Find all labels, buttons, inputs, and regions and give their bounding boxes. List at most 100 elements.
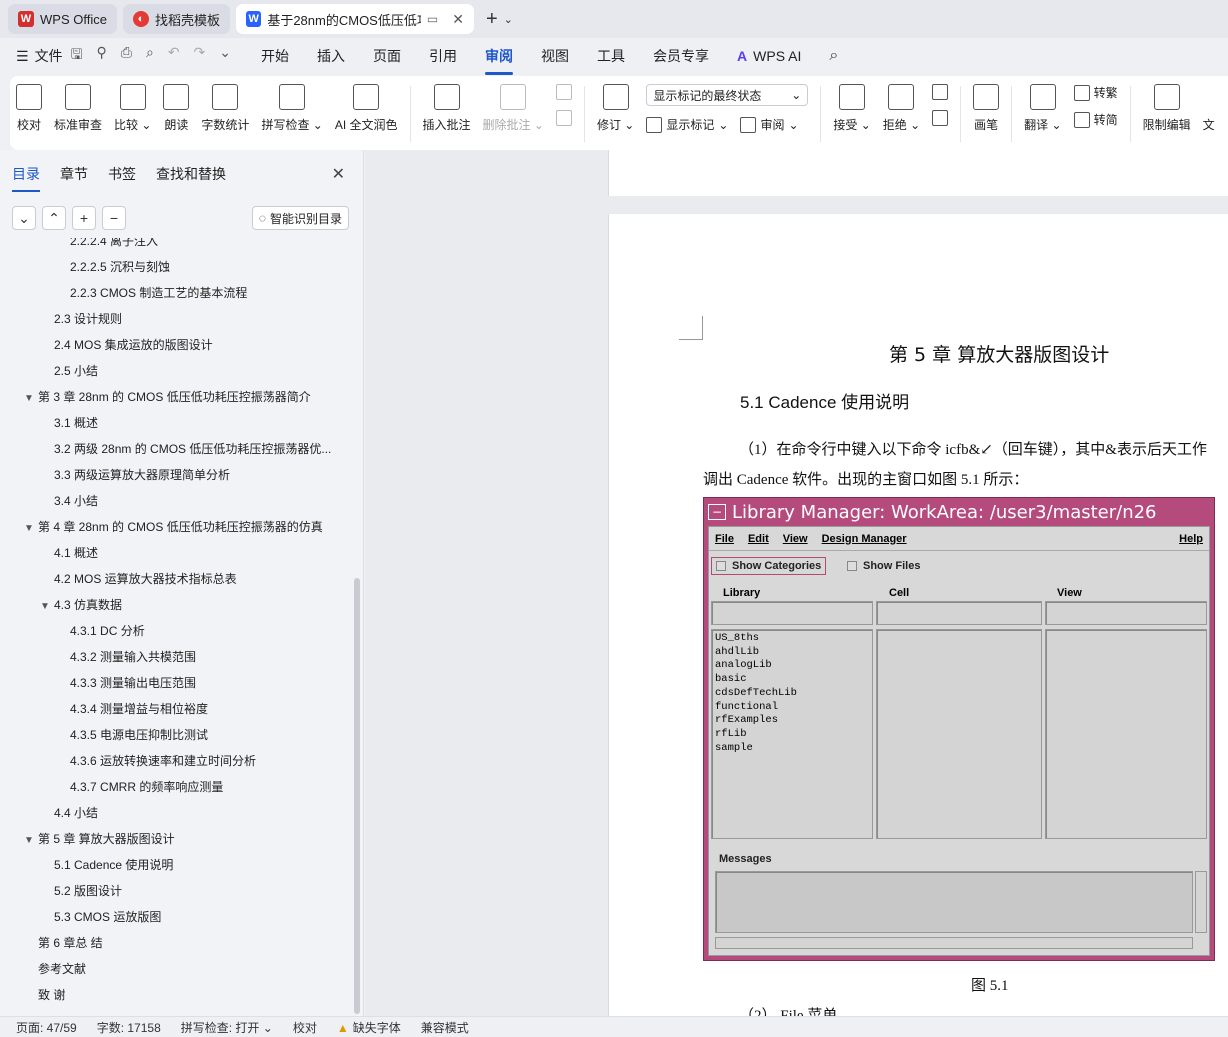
compare-button[interactable]: 比较 ⌄ [108, 84, 157, 133]
missing-font-status[interactable]: ▲ 缺失字体 [337, 1019, 421, 1036]
menu-member[interactable]: 会员专享 [639, 46, 723, 66]
to-traditional-button[interactable]: 转繁 [1073, 84, 1118, 101]
to-simplified-button[interactable]: 转简 [1073, 111, 1118, 128]
toc-item[interactable]: ▼ 第 4 章 28nm 的 CMOS 低压低功耗压控振荡器的仿真 [0, 514, 340, 540]
menu-insert[interactable]: 插入 [303, 46, 359, 66]
toc-item[interactable]: 4.3.1 DC 分析 [0, 618, 340, 644]
toc-item[interactable]: ▼ 第 5 章 算放大器版图设计 [0, 826, 340, 852]
chevron-up-icon[interactable]: ⌃ [42, 206, 66, 230]
prev-comment-button[interactable] [555, 84, 572, 100]
collapse-icon[interactable]: − [102, 206, 126, 230]
markup-mode-select[interactable]: 显示标记的最终状态 ⌄ [646, 84, 809, 106]
toc-item[interactable]: 4.4 小结 [0, 800, 340, 826]
restrict-edit-button[interactable]: 限制编辑 [1137, 84, 1197, 133]
next-comment-button[interactable] [555, 110, 572, 126]
tab-template[interactable]: ◐ 找稻壳模板 [122, 4, 230, 34]
toc-item[interactable]: 2.3 设计规则 [0, 306, 340, 332]
next-change-button[interactable] [932, 110, 949, 126]
toc-item[interactable]: 4.1 概述 [0, 540, 340, 566]
menu-wps-ai[interactable]: A WPS AI [723, 48, 815, 64]
spell-check-status[interactable]: 拼写检查: 打开 ⌄ [181, 1019, 293, 1036]
toc-item[interactable]: 3.4 小结 [0, 488, 340, 514]
toc-item[interactable]: 5.3 CMOS 运放版图 [0, 904, 340, 930]
pen-button[interactable]: 画笔 [967, 84, 1005, 133]
toc-item[interactable]: 2.2.2.5 沉积与刻蚀 [0, 254, 340, 280]
toc-item[interactable]: 第 6 章总 结 [0, 930, 340, 956]
print-preview-icon[interactable]: ⌕ [146, 44, 154, 68]
file-menu[interactable]: ☰ 文件 [16, 46, 63, 66]
tab-bookmarks[interactable]: 书签 [108, 164, 136, 184]
toc-item[interactable]: 致 谢 [0, 982, 340, 1008]
document-area[interactable]: 第 5 章 算放大器版图设计 5.1 Cadence 使用说明 （1）在命令行中… [365, 150, 1228, 1016]
tab-chapters[interactable]: 章节 [60, 164, 88, 184]
monitor-icon[interactable]: ▭ [427, 12, 438, 26]
chevron-down-icon[interactable]: ⌄ [219, 44, 231, 68]
menu-tools[interactable]: 工具 [583, 46, 639, 66]
toc-item[interactable]: 4.3.5 电源电压抑制比测试 [0, 722, 340, 748]
expand-icon[interactable]: + [72, 206, 96, 230]
toc-item[interactable]: 4.2 MOS 运算放大器技术指标总表 [0, 566, 340, 592]
current-page[interactable]: 第 5 章 算放大器版图设计 5.1 Cadence 使用说明 （1）在命令行中… [608, 214, 1228, 1016]
toc-item[interactable]: 4.3.4 测量增益与相位裕度 [0, 696, 340, 722]
toc-item[interactable]: 2.5 小结 [0, 358, 340, 384]
menu-page[interactable]: 页面 [359, 46, 415, 66]
toc-item[interactable]: 2.2.2.4 离子注入 [0, 238, 340, 254]
std-review-button[interactable]: 标准审查 [48, 84, 108, 133]
spell-check-button[interactable]: 拼写检查 ⌄ [255, 84, 328, 133]
menu-view[interactable]: 视图 [527, 46, 583, 66]
chevron-down-icon[interactable]: ⌄ [12, 206, 36, 230]
toc-item[interactable]: ▼ 第 3 章 28nm 的 CMOS 低压低功耗压控振荡器简介 [0, 384, 340, 410]
close-icon[interactable]: ✕ [332, 164, 345, 184]
display-markup-button[interactable]: 显示标记 [666, 116, 714, 133]
new-tab-icon[interactable]: + [486, 8, 498, 31]
toc-item[interactable]: 3.2 两级 28nm 的 CMOS 低压低功耗压控振荡器优... [0, 436, 340, 462]
sidebar-scrollbar[interactable] [354, 578, 360, 1014]
delete-comment-button[interactable]: 删除批注 ⌄ [477, 84, 550, 133]
caret-down-icon[interactable]: ▼ [40, 594, 54, 618]
toc-item[interactable]: 4.3.3 测量输出电压范围 [0, 670, 340, 696]
tab-toc[interactable]: 目录 [12, 164, 40, 192]
proofread-button[interactable]: 校对 [10, 84, 48, 133]
page-indicator[interactable]: 页面: 47/59 [16, 1019, 97, 1036]
toc-item[interactable]: 2.4 MOS 集成运放的版图设计 [0, 332, 340, 358]
toc-item[interactable]: 4.3.6 运放转换速率和建立时间分析 [0, 748, 340, 774]
save-icon[interactable]: 🖫 [71, 44, 83, 68]
reject-button[interactable]: 拒绝 ⌄ [877, 84, 926, 133]
tab-document[interactable]: W 基于28nm的CMOS低压低功 ▭ ✕ [235, 4, 474, 34]
undo-icon[interactable]: ↶ [168, 44, 180, 68]
share-icon[interactable]: ⚲ [97, 44, 107, 68]
toc-item[interactable]: 2.2.3 CMOS 制造工艺的基本流程 [0, 280, 340, 306]
proof-status[interactable]: 校对 [293, 1019, 337, 1036]
word-count[interactable]: 字数: 17158 [97, 1019, 181, 1036]
caret-down-icon[interactable]: ▼ [24, 386, 38, 410]
toc-item[interactable]: 3.1 概述 [0, 410, 340, 436]
insert-comment-button[interactable]: 插入批注 [417, 84, 477, 133]
ribbon-more-button[interactable]: 文 [1197, 84, 1221, 133]
toc-item[interactable]: 5.2 版图设计 [0, 878, 340, 904]
menu-reference[interactable]: 引用 [415, 46, 471, 66]
accept-button[interactable]: 接受 ⌄ [827, 84, 876, 133]
read-aloud-button[interactable]: 朗读 [157, 84, 195, 133]
review-pane-button[interactable]: 审阅 [760, 116, 784, 133]
menu-start[interactable]: 开始 [247, 46, 303, 66]
toc-item[interactable]: 5.1 Cadence 使用说明 [0, 852, 340, 878]
toc-item[interactable]: 4.3.7 CMRR 的频率响应测量 [0, 774, 340, 800]
tab-wps-office[interactable]: W WPS Office [8, 4, 117, 34]
toc-item[interactable]: 4.3.2 测量输入共模范围 [0, 644, 340, 670]
redo-icon[interactable]: ↷ [194, 44, 206, 68]
ai-polish-button[interactable]: AI 全文润色 [329, 84, 404, 133]
word-count-button[interactable]: 字数统计 [195, 84, 255, 133]
track-changes-button[interactable]: 修订 ⌄ [591, 84, 640, 133]
toc-item[interactable]: 3.3 两级运算放大器原理简单分析 [0, 462, 340, 488]
menu-review[interactable]: 审阅 [471, 46, 527, 75]
translate-button[interactable]: 翻译 ⌄ [1018, 84, 1067, 133]
caret-down-icon[interactable]: ▼ [24, 516, 38, 540]
caret-down-icon[interactable]: ▼ [24, 828, 38, 852]
tab-find-replace[interactable]: 查找和替换 [156, 164, 226, 184]
close-icon[interactable]: ✕ [452, 11, 464, 28]
prev-change-button[interactable] [932, 84, 949, 100]
smart-toc-button[interactable]: ◌ 智能识别目录 [251, 206, 349, 230]
chevron-down-icon[interactable]: ⌄ [504, 13, 513, 26]
print-icon[interactable]: ⎙ [121, 44, 132, 68]
toc-item[interactable]: 参考文献 [0, 956, 340, 982]
